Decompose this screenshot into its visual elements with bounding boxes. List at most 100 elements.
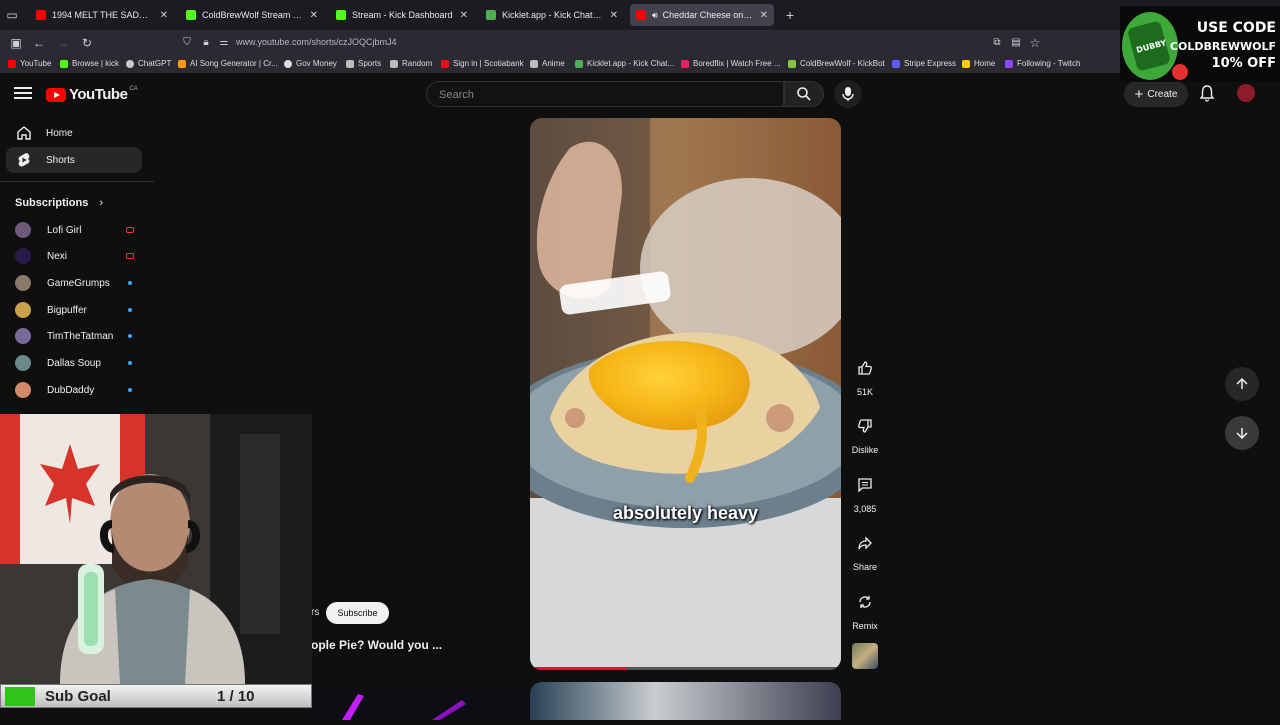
address-bar[interactable]: www.youtube.com/shorts/czJOQCjbmJ4 (236, 37, 397, 47)
search-input[interactable]: Search (426, 81, 784, 107)
sidebar-item-home[interactable]: Home (6, 120, 142, 146)
voice-search-button[interactable] (834, 80, 862, 108)
subscription-item[interactable]: TimTheTatman (15, 326, 140, 346)
new-tab-icon[interactable]: + (782, 7, 798, 23)
subscription-item[interactable]: Dallas Soup (15, 353, 140, 373)
forward-icon[interactable]: → (55, 35, 71, 51)
youtube-logo[interactable]: YouTube CA (46, 86, 138, 103)
channel-name-partial[interactable]: rs (311, 607, 319, 618)
bookmark-label: Stripe Express (904, 59, 957, 68)
search-button[interactable] (784, 81, 824, 107)
subscription-item[interactable]: DubDaddy (15, 380, 140, 400)
subscriptions-heading[interactable]: Subscriptions › (15, 197, 103, 209)
close-tab-icon[interactable]: ✕ (310, 10, 318, 21)
dislike-button[interactable]: Dislike (846, 410, 884, 455)
sidebar-item-shorts[interactable]: Shorts (6, 147, 142, 173)
previous-short-button[interactable] (1225, 367, 1259, 401)
bookmark-item[interactable]: Kicklet.app - Kick Chat... (575, 59, 674, 68)
browser-tab[interactable]: 1994 MELT THE SADNESS // D ✕ (30, 4, 174, 26)
sidebar-toggle-icon[interactable]: ▣ (8, 35, 24, 51)
new-content-dot (128, 308, 132, 312)
close-tab-icon[interactable]: ✕ (160, 10, 168, 21)
reader-view-icon[interactable]: ▤ (1008, 35, 1024, 51)
create-label: Create (1147, 88, 1178, 100)
next-short-preview[interactable] (530, 682, 841, 720)
channel-avatar (15, 248, 31, 264)
bookmark-folder[interactable]: Random (390, 59, 432, 68)
browser-tab-active[interactable]: 🔊︎ Cheddar Cheese on Apple ✕ (630, 4, 774, 26)
youtube-favicon-icon (36, 10, 46, 20)
comments-button[interactable]: 3,085 (846, 469, 884, 514)
picture-in-picture-icon[interactable]: ⧉ (989, 35, 1005, 51)
bookmark-item[interactable]: ChatGPT (126, 59, 171, 68)
sidebar-divider (0, 181, 154, 182)
bookmark-item[interactable]: Home (962, 59, 995, 68)
chevron-right-icon: › (99, 197, 104, 209)
bookmark-star-icon[interactable]: ☆ (1027, 35, 1043, 51)
tab-label: ColdBrewWolf Stream - Watch I (202, 10, 304, 20)
sound-thumbnail[interactable] (852, 643, 878, 669)
bookmark-item[interactable]: Sign in | Scotiabank (441, 59, 524, 68)
permissions-icon[interactable]: ⚌ (216, 35, 232, 51)
sidebar: Home Shorts Subscriptions › Lofi Girl Ne… (0, 114, 154, 414)
bookmark-folder[interactable]: Anime (530, 59, 565, 68)
close-tab-icon[interactable]: ✕ (760, 10, 768, 21)
bookmark-folder[interactable]: Sports (346, 59, 381, 68)
bookmark-item[interactable]: YouTube (8, 59, 51, 68)
boredflix-favicon-icon (681, 59, 689, 68)
home-favicon-icon (962, 59, 970, 68)
short-title[interactable]: ople Pie? Would you ... (311, 638, 442, 652)
bookmark-label: Home (974, 59, 996, 68)
reload-icon[interactable]: ↻ (79, 35, 95, 51)
notifications-bell-icon[interactable] (1198, 84, 1216, 102)
subscribe-button[interactable]: Subscribe (326, 602, 389, 624)
browser-tab[interactable]: Stream - Kick Dashboard ✕ (330, 4, 474, 26)
next-short-button[interactable] (1225, 416, 1259, 450)
plus-icon: + (1134, 85, 1144, 103)
back-icon[interactable]: ← (31, 35, 47, 51)
browser-tab[interactable]: ColdBrewWolf Stream - Watch I ✕ (180, 4, 324, 26)
channel-name: Bigpuffer (47, 304, 87, 316)
bookmark-label: YouTube (20, 59, 52, 68)
video-progress-bar[interactable] (530, 667, 841, 670)
bookmark-label: Anime (542, 59, 565, 68)
account-avatar[interactable] (1237, 84, 1255, 102)
subscription-item[interactable]: Bigpuffer (15, 300, 140, 320)
hamburger-menu-icon[interactable] (14, 84, 32, 102)
remix-button[interactable]: Remix (846, 586, 884, 631)
arrow-up-icon (1236, 377, 1248, 389)
bookmark-label: Kicklet.app - Kick Chat... (587, 59, 675, 68)
close-tab-icon[interactable]: ✕ (460, 10, 468, 21)
bookmark-item[interactable]: Gov Money (284, 59, 337, 68)
bookmark-item[interactable]: AI Song Generator | Cr... (178, 59, 278, 68)
lock-icon[interactable]: 🔒︎ (198, 35, 214, 51)
close-tab-icon[interactable]: ✕ (610, 10, 618, 21)
shield-icon[interactable]: ⛉ (179, 35, 195, 51)
microphone-icon (842, 87, 854, 101)
like-button[interactable]: 51K (846, 352, 884, 397)
bookmark-item[interactable]: ColdBrewWolf - KickBot (788, 59, 885, 68)
shorts-video-player[interactable]: absolutely heavy (530, 118, 841, 670)
speaker-icon[interactable]: 🔊︎ (652, 10, 658, 21)
subscription-item[interactable]: GameGrumps (15, 273, 140, 293)
channel-avatar (15, 328, 31, 344)
promo-line-2: COLDBREWWOLF (1169, 40, 1276, 53)
browser-tab[interactable]: Kicklet.app - Kick Chatbot and ✕ (480, 4, 624, 26)
folder-icon (530, 59, 538, 68)
search-icon (797, 87, 811, 101)
bookmark-item[interactable]: Following - Twitch (1005, 59, 1080, 68)
chatgpt-favicon-icon (126, 59, 134, 68)
subscription-item[interactable]: Lofi Girl (15, 220, 140, 240)
new-content-dot (128, 361, 132, 365)
bookmark-item[interactable]: Boredflix | Watch Free ... (681, 59, 781, 68)
create-button[interactable]: + Create (1124, 81, 1188, 107)
subscription-item[interactable]: Nexi (15, 246, 140, 266)
bookmark-item[interactable]: Browse | kick (60, 59, 119, 68)
tab-list-icon[interactable]: ▭ (4, 7, 20, 23)
sub-goal-bar: Sub Goal 1 / 10 (0, 684, 312, 708)
bookmark-item[interactable]: Stripe Express (892, 59, 956, 68)
thumbs-up-icon (858, 361, 872, 375)
share-button[interactable]: Share (846, 527, 884, 572)
shorts-icon (18, 153, 30, 167)
bookmark-label: ChatGPT (138, 59, 172, 68)
